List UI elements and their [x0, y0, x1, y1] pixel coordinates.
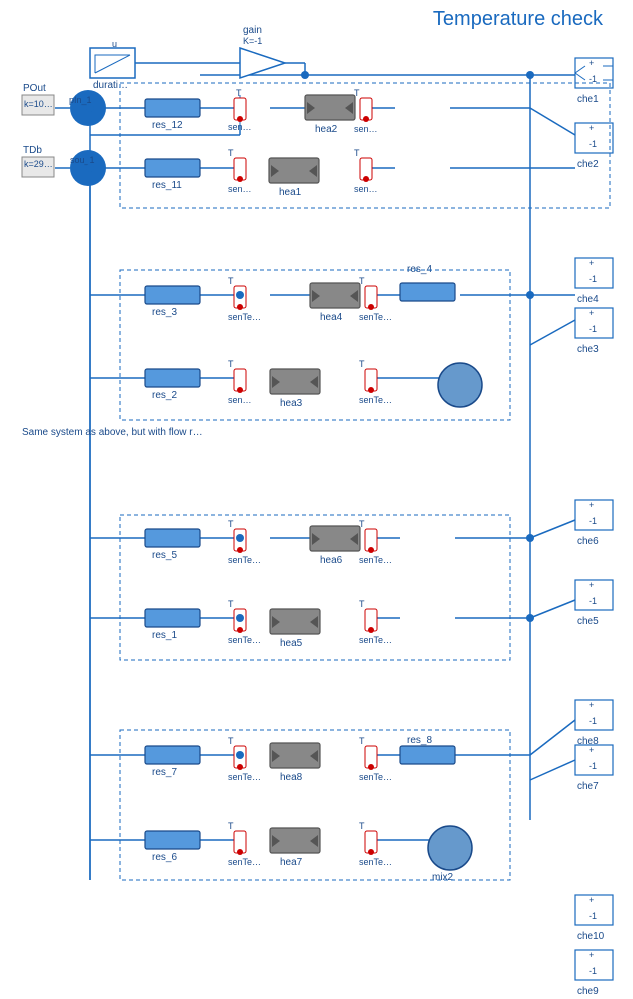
svg-text:-1: -1 — [589, 716, 597, 726]
svg-text:T: T — [236, 88, 242, 98]
svg-text:mix2: mix2 — [432, 872, 454, 883]
svg-text:res_5: res_5 — [152, 550, 177, 561]
svg-text:+: + — [589, 950, 594, 960]
svg-text:-1: -1 — [589, 911, 597, 921]
svg-text:res_3: res_3 — [152, 307, 177, 318]
svg-text:-1: -1 — [589, 324, 597, 334]
svg-text:+: + — [589, 500, 594, 510]
svg-text:T: T — [228, 599, 234, 609]
svg-text:K=-1: K=-1 — [243, 36, 262, 46]
svg-text:Same system as above, but with: Same system as above, but with flow r… — [22, 427, 203, 438]
svg-text:T: T — [228, 519, 234, 529]
svg-text:senTe…: senTe… — [228, 857, 261, 867]
svg-text:sen…: sen… — [228, 122, 252, 132]
svg-text:hea5: hea5 — [280, 638, 303, 649]
svg-text:res_2: res_2 — [152, 390, 177, 401]
svg-text:che10: che10 — [577, 931, 605, 942]
svg-text:T: T — [228, 276, 234, 286]
svg-text:T: T — [359, 821, 365, 831]
svg-text:che6: che6 — [577, 536, 599, 547]
svg-text:T: T — [359, 276, 365, 286]
svg-text:+: + — [589, 580, 594, 590]
svg-text:TDb: TDb — [23, 145, 42, 156]
svg-text:senTe…: senTe… — [228, 635, 261, 645]
svg-text:che9: che9 — [577, 986, 599, 997]
svg-text:sen…: sen… — [354, 124, 378, 134]
svg-text:+: + — [589, 123, 594, 133]
svg-text:T: T — [359, 736, 365, 746]
svg-text:che5: che5 — [577, 616, 599, 627]
svg-text:che7: che7 — [577, 781, 599, 792]
svg-text:T: T — [359, 519, 365, 529]
svg-text:+: + — [589, 700, 594, 710]
svg-text:+: + — [589, 308, 594, 318]
svg-text:hea3: hea3 — [280, 398, 303, 409]
svg-text:POut: POut — [23, 83, 46, 94]
svg-text:u: u — [112, 39, 117, 49]
svg-text:res_12: res_12 — [152, 120, 183, 131]
svg-text:hea6: hea6 — [320, 555, 343, 566]
svg-text:senTe…: senTe… — [359, 635, 392, 645]
svg-text:T: T — [228, 821, 234, 831]
svg-text:+: + — [589, 58, 594, 68]
svg-text:sou_1: sou_1 — [70, 155, 95, 165]
svg-text:che2: che2 — [577, 159, 599, 170]
svg-text:durati…: durati… — [93, 80, 128, 91]
svg-text:-1: -1 — [589, 761, 597, 771]
svg-text:sen…: sen… — [228, 184, 252, 194]
svg-text:sen…: sen… — [228, 395, 252, 405]
svg-text:+: + — [589, 895, 594, 905]
svg-text:-1: -1 — [589, 139, 597, 149]
svg-text:-1: -1 — [589, 516, 597, 526]
svg-text:res_11: res_11 — [152, 180, 182, 191]
svg-text:che1: che1 — [577, 94, 599, 105]
svg-text:senTe…: senTe… — [359, 395, 392, 405]
svg-text:T: T — [228, 736, 234, 746]
svg-text:+: + — [589, 745, 594, 755]
svg-text:res_1: res_1 — [152, 630, 177, 641]
svg-text:sen…: sen… — [354, 184, 378, 194]
svg-text:che3: che3 — [577, 344, 599, 355]
svg-text:res_8: res_8 — [407, 735, 432, 746]
diagram-canvas: durati… u gain K=-1 POut k=10… TDb k=29…… — [0, 0, 633, 999]
svg-text:-1: -1 — [589, 966, 597, 976]
svg-text:hea2: hea2 — [315, 124, 338, 135]
svg-text:T: T — [354, 88, 360, 98]
svg-text:T: T — [228, 359, 234, 369]
svg-text:senTe…: senTe… — [228, 772, 261, 782]
svg-text:hea7: hea7 — [280, 857, 303, 868]
svg-text:-1: -1 — [589, 274, 597, 284]
svg-text:res_7: res_7 — [152, 767, 177, 778]
svg-text:+: + — [589, 258, 594, 268]
svg-text:k=10…: k=10… — [24, 99, 53, 109]
svg-text:gain: gain — [243, 25, 262, 36]
svg-text:k=29…: k=29… — [24, 159, 53, 169]
svg-text:senTe…: senTe… — [359, 312, 392, 322]
svg-text:senTe…: senTe… — [359, 555, 392, 565]
svg-text:hea4: hea4 — [320, 312, 343, 323]
svg-text:hea1: hea1 — [279, 187, 302, 198]
svg-text:senTe…: senTe… — [228, 555, 261, 565]
svg-text:T: T — [228, 148, 234, 158]
svg-text:hea8: hea8 — [280, 772, 303, 783]
svg-text:senTe…: senTe… — [228, 312, 261, 322]
svg-text:T: T — [359, 599, 365, 609]
svg-text:T: T — [354, 148, 360, 158]
svg-text:-1: -1 — [589, 596, 597, 606]
svg-text:T: T — [359, 359, 365, 369]
svg-text:che4: che4 — [577, 294, 599, 305]
svg-text:res_6: res_6 — [152, 852, 177, 863]
svg-text:senTe…: senTe… — [359, 857, 392, 867]
svg-text:pIn_1: pIn_1 — [69, 95, 92, 105]
svg-text:senTe…: senTe… — [359, 772, 392, 782]
